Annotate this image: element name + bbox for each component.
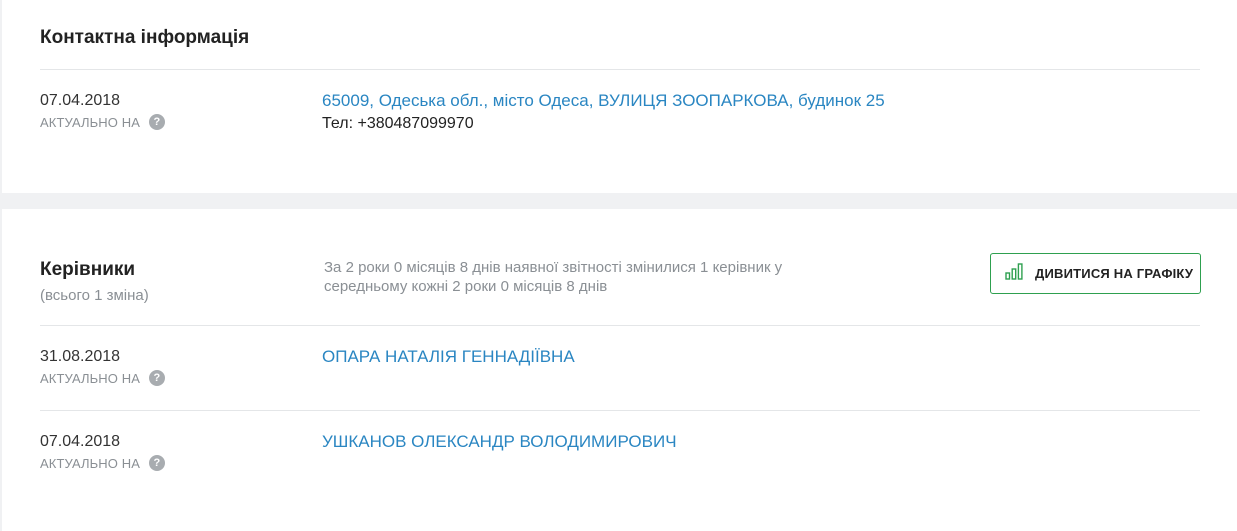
help-icon[interactable]: ? (148, 114, 165, 130)
actual-on-text: АКТУАЛЬНО НА (40, 114, 140, 130)
help-icon[interactable]: ? (148, 455, 165, 471)
divider (40, 325, 1200, 326)
managers-card: Керівники (всього 1 зміна) За 2 роки 0 м… (2, 209, 1237, 531)
manager-name-link[interactable]: ОПАРА НАТАЛІЯ ГЕННАДІЇВНА (322, 347, 575, 367)
view-chart-button[interactable]: ДИВИТИСЯ НА ГРАФІКУ (990, 253, 1201, 294)
help-icon[interactable]: ? (148, 370, 165, 386)
phone-text: Тел: +380487099970 (322, 115, 474, 132)
contact-info-title: Контактна інформація (40, 27, 250, 48)
managers-title: Керівники (40, 259, 136, 280)
manager-date: 31.08.2018 (40, 348, 121, 365)
address-link[interactable]: 65009, Одеська обл., місто Одеса, ВУЛИЦЯ… (322, 91, 885, 111)
contact-info-card: Контактна інформація 07.04.2018 АКТУАЛЬН… (2, 0, 1237, 193)
actual-on-text: АКТУАЛЬНО НА (40, 370, 140, 386)
actual-on-label: АКТУАЛЬНО НА ? (40, 114, 165, 130)
actual-on-label: АКТУАЛЬНО НА ? (40, 455, 165, 471)
divider (40, 69, 1200, 70)
managers-summary: За 2 роки 0 місяців 8 днів наявної звітн… (324, 258, 884, 296)
actual-on-label: АКТУАЛЬНО НА ? (40, 370, 165, 386)
actual-on-text: АКТУАЛЬНО НА (40, 455, 140, 471)
bar-chart-icon (1005, 262, 1023, 285)
managers-summary-line-1: За 2 роки 0 місяців 8 днів наявної звітн… (324, 259, 783, 276)
manager-name-link[interactable]: УШКАНОВ ОЛЕКСАНДР ВОЛОДИМИРОВИЧ (322, 432, 677, 452)
managers-summary-line-2: середньому кожні 2 роки 0 місяців 8 днів (324, 278, 608, 295)
divider (40, 410, 1200, 411)
managers-subtitle: (всього 1 зміна) (40, 287, 149, 304)
view-chart-button-label: ДИВИТИСЯ НА ГРАФІКУ (1035, 266, 1194, 281)
manager-date: 07.04.2018 (40, 433, 121, 450)
contact-date: 07.04.2018 (40, 92, 121, 109)
